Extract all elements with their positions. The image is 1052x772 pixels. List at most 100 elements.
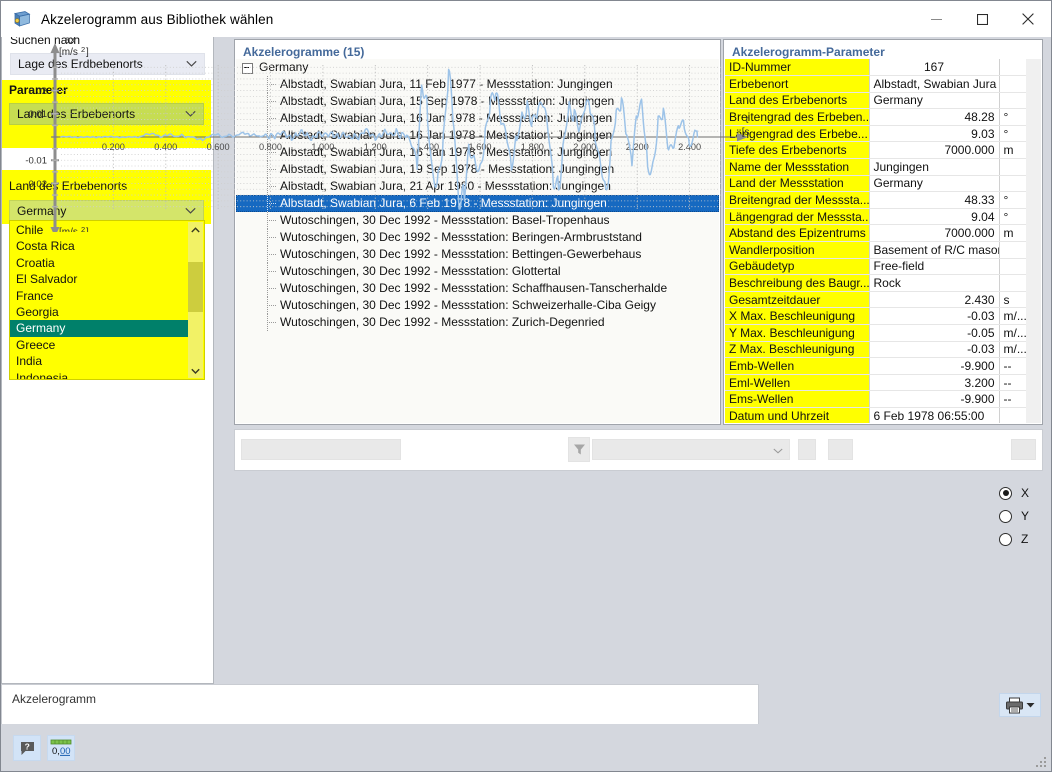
print-button[interactable] — [999, 693, 1041, 717]
parameter-key: Beschreibung des Baugr... — [725, 274, 870, 292]
tree-item[interactable]: Wutoschingen, 30 Dec 1992 - Messstation:… — [236, 246, 719, 263]
close-icon[interactable] — [1005, 1, 1051, 37]
dropdown-option[interactable]: France — [10, 288, 188, 304]
parameter-value[interactable]: -0.05 — [869, 324, 1000, 342]
parameter-row[interactable]: Abstand des Epizentrums 7000.000 m — [725, 224, 1041, 243]
parameter-value[interactable]: Jungingen — [869, 158, 1000, 176]
parameter-row[interactable]: Name der Messstation Jungingen — [725, 158, 1041, 176]
toolbar-dropdown[interactable] — [592, 439, 790, 460]
radio-z[interactable]: Z — [999, 532, 1028, 546]
parameter-value[interactable]: Germany — [869, 92, 1000, 110]
bottom-bar: ? 0, 00 OK Abbrechen — [1, 724, 1051, 771]
parameter-value[interactable]: 9.04 — [869, 208, 1000, 226]
accelerogram-chart: 0.200 0.400 0.600 0.800 1.000 1.200 1.400 1.600… — [25, 35, 749, 232]
parameter-row[interactable]: Eml-Wellen 3.200 -- — [725, 374, 1041, 392]
parameter-row[interactable]: X Max. Beschleunigung -0.03 m/... — [725, 307, 1041, 325]
parameter-scrollbar[interactable] — [1026, 59, 1041, 423]
dropdown-scrollbar[interactable] — [188, 222, 203, 378]
parameter-row[interactable]: Breitengrad des Erbeben... 48.28 ° — [725, 108, 1041, 126]
radio-button[interactable] — [999, 532, 1012, 546]
parameter-row[interactable]: Breitengrad der Messsta... 48.33 ° — [725, 191, 1041, 209]
help-button[interactable]: ? — [13, 735, 41, 761]
graph-caption: Akzelerogramm — [12, 692, 97, 706]
parameter-value[interactable]: 48.28 — [869, 108, 1000, 126]
parameter-value[interactable]: 2.430 — [869, 291, 1000, 309]
dropdown-option[interactable]: Georgia — [10, 304, 188, 320]
radio-y[interactable]: Y — [999, 509, 1029, 523]
parameter-value[interactable]: 7000.000 — [869, 224, 1000, 243]
parameter-row[interactable]: Z Max. Beschleunigung -0.03 m/... — [725, 341, 1041, 359]
parameter-row[interactable]: Gesamtzeitdauer 2.430 s — [725, 291, 1041, 309]
resize-grip[interactable] — [1036, 757, 1046, 767]
parameter-value[interactable]: Basement of R/C masonr... — [869, 241, 1000, 259]
parameter-value[interactable]: Free-field — [869, 258, 1000, 276]
parameter-value[interactable]: 6 Feb 1978 06:55:00 — [869, 407, 1000, 423]
maximize-icon[interactable] — [959, 1, 1005, 37]
svg-text:0.800: 0.800 — [259, 142, 282, 152]
parameter-row[interactable]: Tiefe des Erbebenorts 7000.000 m — [725, 141, 1041, 160]
parameter-table-body[interactable]: ID-Nummer 167 Erbebenort Albstadt, Swabian … — [725, 59, 1041, 423]
minimize-icon[interactable] — [913, 1, 959, 37]
parameter-row[interactable]: Erbebenort Albstadt, Swabian Jura — [725, 75, 1041, 93]
parameter-row[interactable]: Beschreibung des Baugr... Rock — [725, 274, 1041, 292]
radio-button[interactable] — [999, 509, 1012, 523]
parameter-row[interactable]: Längengrad des Erbebe... 9.03 ° — [725, 125, 1041, 143]
parameter-value[interactable]: -9.900 — [869, 357, 1000, 375]
radio-dot — [1002, 490, 1009, 496]
tree-item[interactable]: Wutoschingen, 30 Dec 1992 - Messstation:… — [236, 297, 719, 314]
radio-button[interactable] — [999, 486, 1012, 500]
svg-text:0.600: 0.600 — [207, 142, 230, 152]
parameter-row[interactable]: Datum und Uhrzeit 6 Feb 1978 06:55:00 — [725, 407, 1041, 423]
parameter-row[interactable]: Emb-Wellen -9.900 -- — [725, 357, 1041, 375]
dropdown-option[interactable]: El Salvador — [10, 271, 188, 287]
dropdown-option[interactable]: Greece — [10, 337, 188, 353]
dropdown-scroll-thumb[interactable] — [188, 262, 203, 312]
parameter-value[interactable]: -9.900 — [869, 390, 1000, 408]
parameter-table: ID-Nummer 167 Erbebenort Albstadt, Swabian … — [725, 59, 1041, 423]
parameter-value[interactable]: 7000.000 — [869, 141, 1000, 160]
parameter-row[interactable]: Y Max. Beschleunigung -0.05 m/... — [725, 324, 1041, 342]
dropdown-option[interactable]: Germany — [10, 320, 188, 337]
dropdown-option[interactable]: Croatia — [10, 255, 188, 271]
parameter-value[interactable]: Albstadt, Swabian Jura — [869, 75, 1000, 93]
svg-text:[m/s: [m/s — [59, 227, 78, 232]
parameter-value[interactable]: 9.03 — [869, 125, 1000, 143]
parameter-value[interactable]: Germany — [869, 175, 1000, 193]
parameter-key: Gesamtzeitdauer — [725, 291, 870, 309]
tree-item[interactable]: Wutoschingen, 30 Dec 1992 - Messstation:… — [236, 280, 719, 297]
chevron-down-icon — [1026, 703, 1035, 708]
parameter-key: Ems-Wellen — [725, 390, 870, 408]
dropdown-option[interactable]: Costa Rica — [10, 238, 188, 254]
tree-item[interactable]: Wutoschingen, 30 Dec 1992 - Messstation:… — [236, 314, 719, 331]
parameter-value[interactable]: 48.33 — [869, 191, 1000, 209]
decimal-places-icon: 0, 00 — [50, 739, 72, 757]
radio-label: X — [1021, 486, 1030, 500]
toolbar-button-2[interactable] — [828, 439, 853, 460]
svg-text:-0.01: -0.01 — [25, 156, 47, 167]
parameter-value[interactable]: Rock — [869, 274, 1000, 292]
parameter-panel: Akzelerogramm-Parameter ID-Nummer 167 Erbe… — [723, 39, 1043, 425]
parameter-value[interactable]: -0.03 — [869, 307, 1000, 325]
parameter-key: X Max. Beschleunigung — [725, 307, 870, 325]
tree-item[interactable]: Wutoschingen, 30 Dec 1992 - Messstation:… — [236, 263, 719, 280]
toolbar-search-input[interactable] — [241, 439, 401, 460]
decimal-places-button[interactable]: 0, 00 — [47, 735, 75, 761]
dropdown-option[interactable]: Indonesia — [10, 370, 188, 379]
parameter-row[interactable]: Ems-Wellen -9.900 -- — [725, 390, 1041, 408]
parameter-value[interactable]: -0.03 — [869, 341, 1000, 359]
dropdown-option[interactable]: India — [10, 353, 188, 369]
parameter-row[interactable]: ID-Nummer 167 — [725, 59, 1041, 77]
parameter-row[interactable]: Längengrad der Messsta... 9.04 ° — [725, 208, 1041, 226]
toolbar-button-3[interactable] — [1011, 439, 1036, 460]
parameter-row[interactable]: Land der Messstation Germany — [725, 175, 1041, 193]
country-dropdown-list[interactable]: Chile Costa Rica Croatia El Salvador France G… — [9, 220, 205, 380]
parameter-value[interactable]: 3.200 — [869, 374, 1000, 392]
parameter-row[interactable]: Gebäudetyp Free-field — [725, 258, 1041, 276]
parameter-value[interactable]: 167 — [869, 59, 1000, 77]
toolbar-button-1[interactable] — [798, 439, 816, 460]
parameter-row[interactable]: WandlerpositionBasement of R/C masonr... — [725, 241, 1041, 259]
parameter-row[interactable]: Land des Erbebenorts Germany — [725, 92, 1041, 110]
radio-x[interactable]: X — [999, 486, 1029, 500]
funnel-icon[interactable] — [568, 437, 590, 462]
scroll-down-arrow-icon[interactable] — [188, 363, 203, 378]
